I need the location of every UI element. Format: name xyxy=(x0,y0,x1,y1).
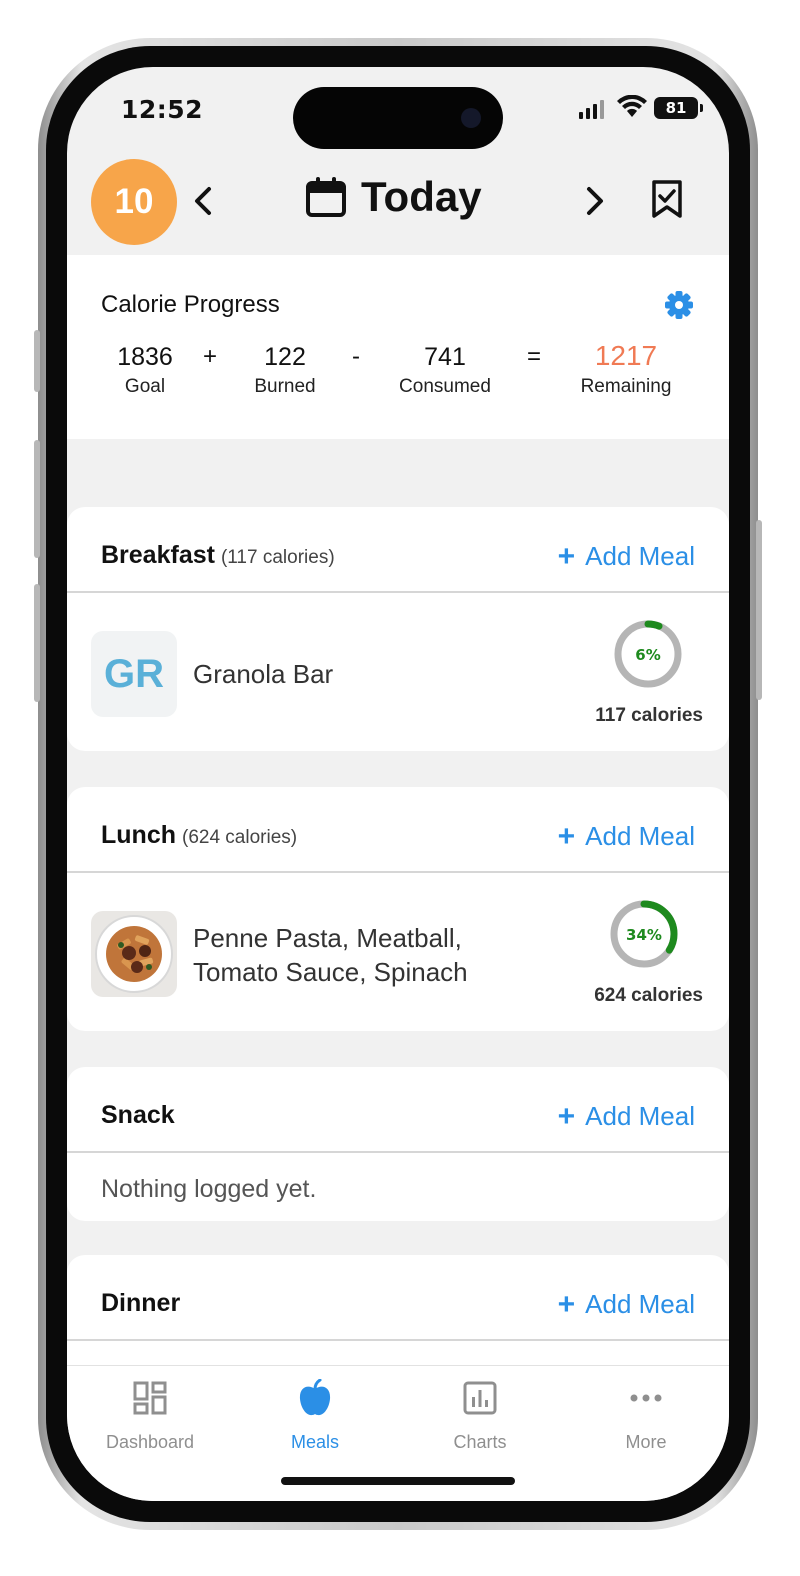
tab-label: Meals xyxy=(290,1432,339,1452)
gear-icon[interactable] xyxy=(665,291,693,319)
pasta-image xyxy=(95,915,173,993)
card-title: Calorie Progress xyxy=(101,291,280,318)
action-button xyxy=(34,330,40,392)
food-name: Granola Bar xyxy=(193,659,334,689)
food-item[interactable]: GR Granola Bar 6% 117 calories xyxy=(67,595,729,753)
page-title: Today xyxy=(361,173,482,220)
percent-label: 6% xyxy=(635,646,660,664)
tab-label: Dashboard xyxy=(105,1432,195,1452)
plus-icon: + xyxy=(557,1099,576,1133)
tab-dashboard[interactable]: Dashboard xyxy=(75,1378,225,1453)
calorie-progress-card: Calorie Progress 1836 Goal + 122 Burned … xyxy=(67,255,729,439)
add-meal-label: Add Meal xyxy=(585,1289,695,1319)
dashboard-icon xyxy=(133,1381,167,1415)
plus-operator: + xyxy=(203,343,218,370)
plus-icon: + xyxy=(557,1287,576,1321)
meal-name: Lunch xyxy=(101,821,176,849)
lunch-card: Lunch (624 calories) + Add Meal Penne Pa… xyxy=(67,787,729,1031)
add-snack-button[interactable]: + Add Meal xyxy=(558,1101,695,1132)
snack-card: Snack + Add Meal Nothing logged yet. xyxy=(67,1067,729,1221)
tab-more[interactable]: More xyxy=(571,1378,721,1453)
date-header: 10 Today xyxy=(67,157,729,255)
meal-header: Breakfast (117 calories) + Add Meal xyxy=(67,507,729,593)
camera-icon xyxy=(461,108,481,128)
progress-ring: 6% xyxy=(614,620,682,688)
add-lunch-button[interactable]: + Add Meal xyxy=(558,821,695,852)
consumed-label: Consumed xyxy=(399,376,491,397)
tab-label: More xyxy=(625,1432,667,1452)
remaining-stat: 1217 Remaining xyxy=(561,340,691,398)
tab-meals[interactable]: Meals xyxy=(240,1378,390,1453)
apple-icon xyxy=(299,1379,331,1416)
pasta-plate-photo xyxy=(91,911,177,997)
calorie-equation: 1836 Goal + 122 Burned - 741 Consumed = … xyxy=(67,340,729,413)
goal-stat: 1836 Goal xyxy=(85,343,205,398)
remaining-value: 1217 xyxy=(594,340,658,371)
food-initials: GR xyxy=(104,652,164,696)
bookmark-check-icon[interactable] xyxy=(651,179,683,219)
goal-value: 1836 xyxy=(117,343,173,371)
signal-icon xyxy=(579,100,604,119)
wifi-icon xyxy=(617,95,647,117)
add-meal-label: Add Meal xyxy=(585,1101,695,1131)
plus-icon: + xyxy=(557,539,576,573)
power-button xyxy=(756,520,762,700)
equals-operator: = xyxy=(527,343,542,370)
percent-label: 34% xyxy=(626,926,662,944)
add-meal-label: Add Meal xyxy=(585,821,695,851)
meal-name: Dinner xyxy=(101,1289,181,1317)
chevron-right-icon[interactable] xyxy=(579,181,609,221)
meal-calories: (117 calories) xyxy=(220,547,335,568)
bar-chart-icon xyxy=(463,1381,497,1415)
chevron-left-icon[interactable] xyxy=(189,181,219,221)
food-item[interactable]: Penne Pasta, Meatball, Tomato Sauce, Spi… xyxy=(67,875,729,1033)
goal-label: Goal xyxy=(124,376,166,397)
food-calories: 117 calories xyxy=(595,705,703,726)
status-time: 12:52 xyxy=(121,95,204,124)
meal-title: Lunch (624 calories) xyxy=(101,821,297,850)
tab-label: Charts xyxy=(453,1432,507,1452)
add-breakfast-button[interactable]: + Add Meal xyxy=(558,541,695,572)
plus-icon: + xyxy=(557,819,576,853)
minus-operator: - xyxy=(352,343,360,370)
volume-down-button xyxy=(34,584,40,702)
battery-icon: 81 xyxy=(654,97,703,119)
meal-header: Dinner + Add Meal xyxy=(67,1255,729,1341)
more-dots-icon xyxy=(630,1394,662,1402)
burned-label: Burned xyxy=(254,376,316,397)
food-thumbnail: GR xyxy=(91,631,177,717)
add-dinner-button[interactable]: + Add Meal xyxy=(558,1289,695,1320)
home-indicator xyxy=(281,1477,515,1485)
add-meal-label: Add Meal xyxy=(585,541,695,571)
meal-name: Snack xyxy=(101,1101,175,1129)
status-bar: 12:52 81 xyxy=(67,67,729,157)
burned-value: 122 xyxy=(264,343,306,371)
meal-title: Breakfast (117 calories) xyxy=(101,541,335,570)
date-selector[interactable]: Today xyxy=(305,173,482,221)
food-name-line2: Tomato Sauce, Spinach xyxy=(193,957,468,987)
food-calories: 624 calories xyxy=(594,985,703,1006)
meal-calories: (624 calories) xyxy=(182,827,298,848)
progress-ring: 34% xyxy=(610,900,678,968)
consumed-value: 741 xyxy=(424,343,466,371)
remaining-label: Remaining xyxy=(580,376,672,397)
streak-badge[interactable]: 10 xyxy=(91,159,177,245)
tab-charts[interactable]: Charts xyxy=(405,1378,555,1453)
volume-up-button xyxy=(34,440,40,558)
breakfast-card: Breakfast (117 calories) + Add Meal GR Gr… xyxy=(67,507,729,751)
meal-header: Lunch (624 calories) + Add Meal xyxy=(67,787,729,873)
empty-state-text: Nothing logged yet. xyxy=(101,1175,317,1203)
burned-stat: 122 Burned xyxy=(225,343,345,398)
app-screen: 12:52 81 10 Today Calorie Progress 1836 … xyxy=(67,67,729,1501)
food-name-line1: Penne Pasta, Meatball, xyxy=(193,923,462,953)
meal-header: Snack + Add Meal xyxy=(67,1067,729,1153)
dynamic-island xyxy=(293,87,503,149)
meal-name: Breakfast xyxy=(101,541,215,569)
consumed-stat: 741 Consumed xyxy=(375,343,515,398)
food-name: Penne Pasta, Meatball, Tomato Sauce, Spi… xyxy=(193,921,468,989)
calendar-icon xyxy=(306,177,346,217)
